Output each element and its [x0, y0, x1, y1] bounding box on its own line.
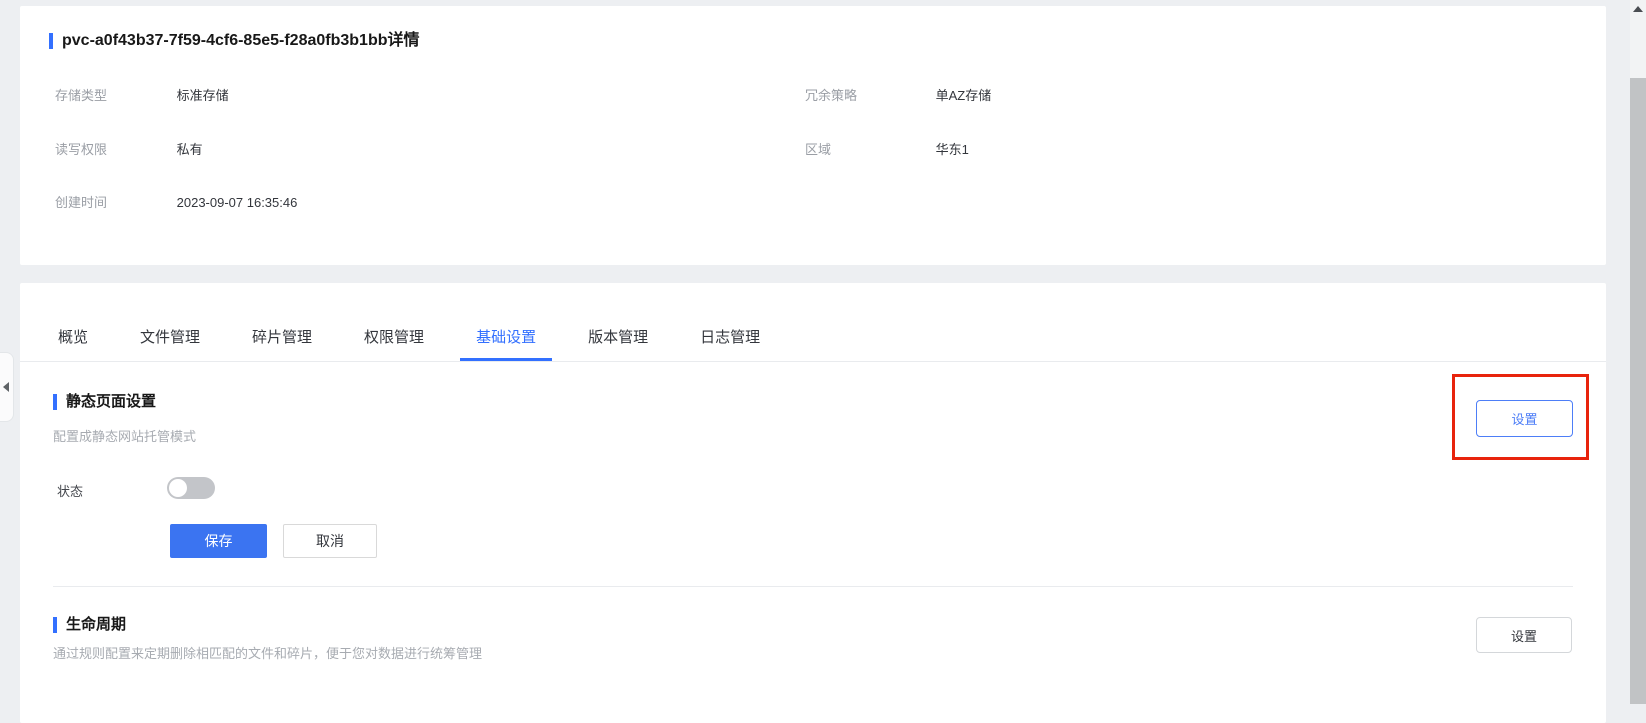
- field-rw-permission: 读写权限 私有: [55, 142, 203, 157]
- save-button[interactable]: 保存: [170, 524, 267, 558]
- field-label: 读写权限: [55, 142, 173, 157]
- field-region: 区域 华东1: [805, 142, 969, 157]
- static-page-section-description: 配置成静态网站托管模式: [53, 429, 196, 444]
- section-accent-bar: [53, 394, 57, 410]
- tab-file-management[interactable]: 文件管理: [124, 330, 216, 361]
- static-page-section-title: 静态页面设置: [66, 393, 156, 410]
- tab-permission-management[interactable]: 权限管理: [348, 330, 440, 361]
- status-toggle[interactable]: [167, 477, 215, 499]
- toggle-knob: [169, 479, 187, 497]
- vertical-scrollbar[interactable]: [1630, 0, 1646, 704]
- tab-log-management[interactable]: 日志管理: [684, 330, 776, 361]
- field-value: 华东1: [936, 142, 969, 157]
- section-accent-bar: [53, 617, 57, 633]
- tab-overview[interactable]: 概览: [42, 330, 104, 361]
- field-label: 存储类型: [55, 88, 173, 103]
- field-value: 标准存储: [177, 88, 229, 103]
- title-accent-bar: [49, 33, 53, 49]
- lifecycle-section-header: 生命周期: [53, 616, 126, 633]
- lifecycle-settings-button[interactable]: 设置: [1476, 617, 1572, 653]
- tab-fragment-management[interactable]: 碎片管理: [236, 330, 328, 361]
- triangle-up-icon: [1633, 6, 1643, 12]
- static-page-section-header: 静态页面设置: [53, 393, 156, 410]
- tab-bar: 概览 文件管理 碎片管理 权限管理 基础设置 版本管理 日志管理: [20, 283, 1606, 362]
- field-value: 单AZ存储: [936, 88, 992, 103]
- cancel-button[interactable]: 取消: [283, 524, 377, 558]
- scrollbar-thumb[interactable]: [1630, 78, 1646, 704]
- lifecycle-section-description: 通过规则配置来定期删除相匹配的文件和碎片，便于您对数据进行统筹管理: [53, 646, 482, 661]
- field-creation-time: 创建时间 2023-09-07 16:35:46: [55, 195, 297, 210]
- status-label: 状态: [57, 481, 83, 500]
- field-redundancy-policy: 冗余策略 单AZ存储: [805, 88, 991, 103]
- tab-version-management[interactable]: 版本管理: [572, 330, 664, 361]
- bucket-detail-card: pvc-a0f43b37-7f59-4cf6-85e5-f28a0fb3b1bb…: [20, 6, 1606, 265]
- field-value: 私有: [177, 142, 203, 157]
- tab-basic-settings[interactable]: 基础设置: [460, 330, 552, 361]
- field-label: 冗余策略: [805, 88, 932, 103]
- lifecycle-section-title: 生命周期: [66, 616, 126, 633]
- sidebar-collapse-handle[interactable]: [0, 352, 14, 422]
- field-value: 2023-09-07 16:35:46: [177, 195, 298, 210]
- scroll-up-arrow-icon[interactable]: [1630, 0, 1646, 17]
- chevron-left-icon: [3, 382, 9, 392]
- section-divider: [53, 586, 1573, 587]
- field-label: 创建时间: [55, 195, 173, 210]
- page-title: pvc-a0f43b37-7f59-4cf6-85e5-f28a0fb3b1bb…: [62, 32, 420, 50]
- settings-card: 概览 文件管理 碎片管理 权限管理 基础设置 版本管理 日志管理 静态页面设置 …: [20, 283, 1606, 723]
- field-label: 区域: [805, 142, 932, 157]
- detail-card-title-row: pvc-a0f43b37-7f59-4cf6-85e5-f28a0fb3b1bb…: [49, 32, 420, 50]
- static-page-settings-button[interactable]: 设置: [1476, 400, 1573, 437]
- field-storage-type: 存储类型 标准存储: [55, 88, 229, 103]
